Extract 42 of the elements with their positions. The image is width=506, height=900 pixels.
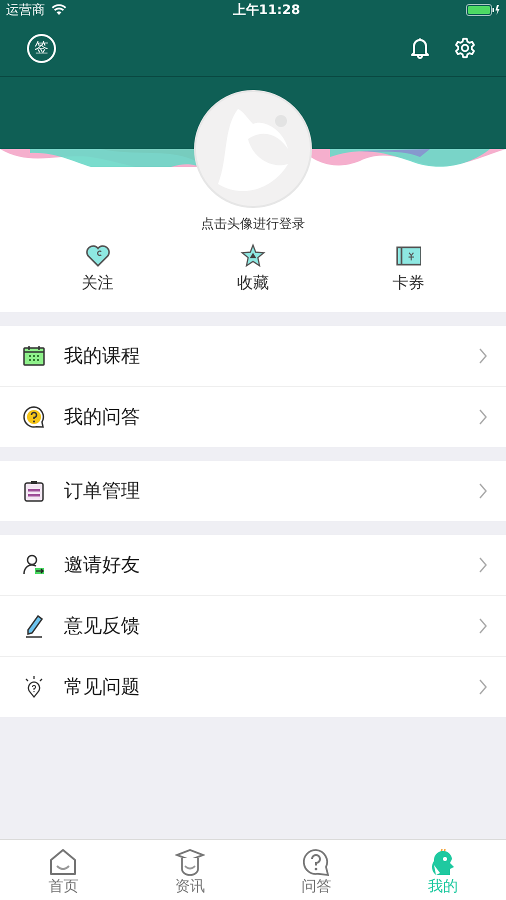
menu-item[interactable]: 意见反馈 <box>0 596 506 657</box>
chevron-icon <box>478 348 488 364</box>
menu-label: 我的课程 <box>64 344 141 369</box>
wifi-icon <box>51 4 67 16</box>
chevron-icon <box>478 618 488 634</box>
star-icon <box>240 243 266 269</box>
menu-label: 我的问答 <box>64 405 141 430</box>
menu-item[interactable]: 我的问答 <box>0 387 506 447</box>
clipboard-icon <box>22 479 46 503</box>
person-arrow-icon <box>22 553 46 577</box>
shortcut-button[interactable]: 收藏 <box>212 243 293 294</box>
sign-in-button[interactable]: 签 <box>27 34 56 62</box>
graduation-cap-icon <box>174 847 205 877</box>
question-bubble-icon <box>301 847 332 877</box>
chevron-icon <box>478 557 488 573</box>
chevron-icon <box>478 679 488 695</box>
menu-item[interactable]: 订单管理 <box>0 461 506 521</box>
menu-label: 意见反馈 <box>64 614 141 639</box>
menu-item[interactable]: 邀请好友 <box>0 535 506 596</box>
shortcut-button[interactable]: 卡券 <box>368 243 448 294</box>
tab-item[interactable]: 首页 <box>0 840 126 900</box>
menu-item[interactable]: 常见问题 <box>0 657 506 717</box>
shortcut-button[interactable]: 关注 <box>58 243 138 294</box>
status-time: 上午11:28 <box>232 2 300 19</box>
avatar-icon <box>193 89 313 209</box>
tab-item[interactable]: 问答 <box>253 840 380 900</box>
bell-icon <box>410 37 430 59</box>
heart-icon <box>84 243 111 269</box>
question-icon <box>22 405 46 429</box>
tab-item[interactable]: 资讯 <box>126 840 253 900</box>
settings-icon <box>454 37 476 59</box>
home-icon <box>48 847 78 877</box>
battery-icon <box>466 4 500 16</box>
menu-label: 常见问题 <box>64 675 141 700</box>
menu-item[interactable]: 我的课程 <box>0 326 506 387</box>
calendar-icon <box>22 344 46 368</box>
menu-label: 订单管理 <box>64 479 141 504</box>
menu-label: 邀请好友 <box>64 553 141 578</box>
chevron-icon <box>478 483 488 499</box>
login-prompt[interactable]: 点击头像进行登录 <box>201 215 305 233</box>
chevron-icon <box>478 409 488 425</box>
carrier-name: 运营商 <box>6 2 45 19</box>
